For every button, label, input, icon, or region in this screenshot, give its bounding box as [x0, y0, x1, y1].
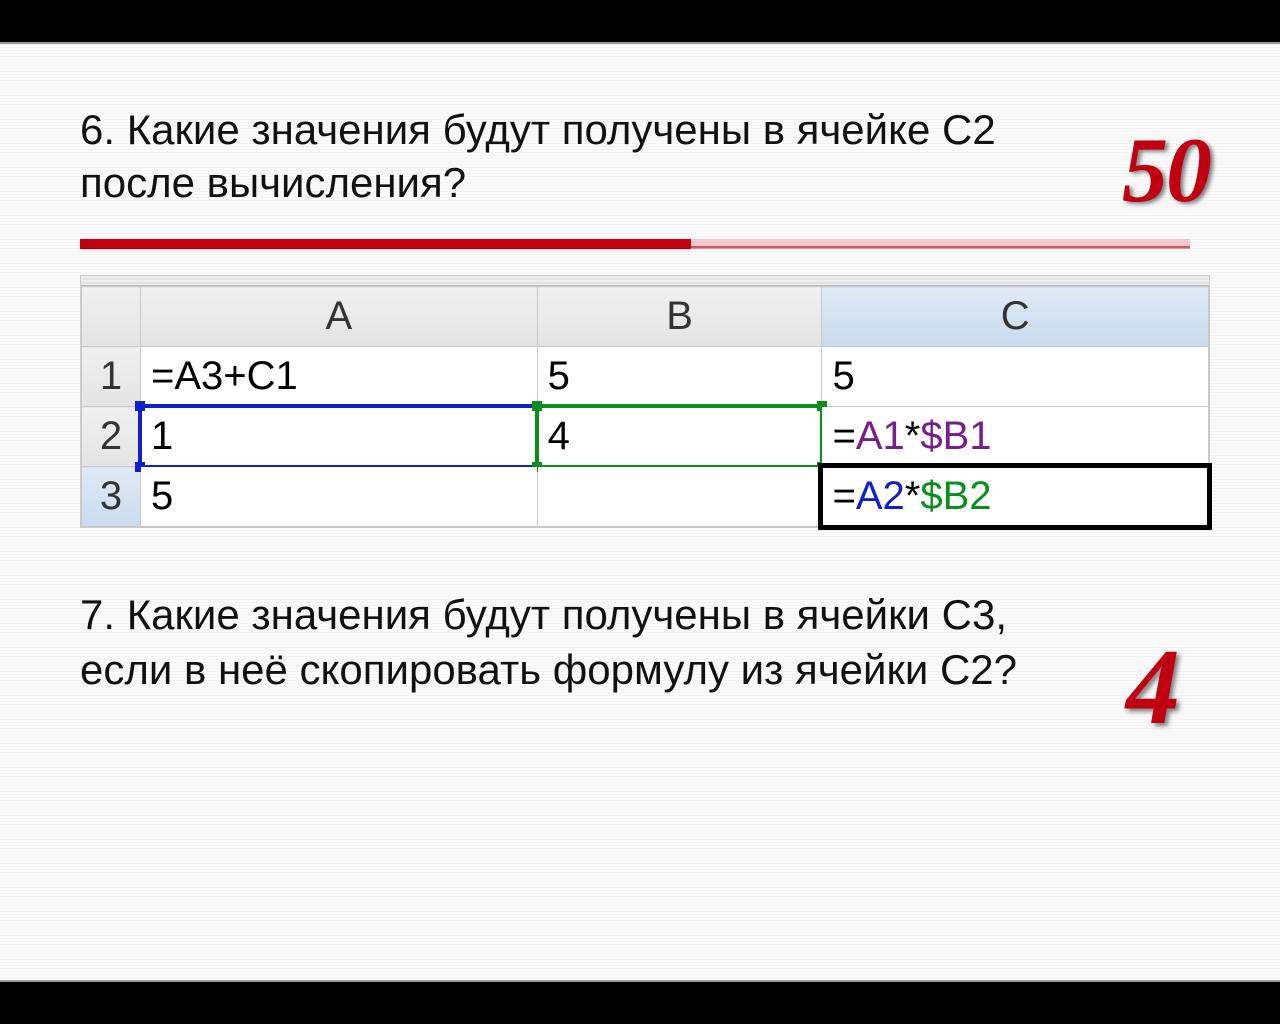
cell-A2[interactable]: 1 [140, 407, 537, 467]
selection-A2 [138, 404, 540, 469]
cell-C2-op: * [905, 414, 921, 458]
handle-B2-tl[interactable] [532, 401, 542, 411]
row-1: 1 =A3+C1 5 5 [82, 347, 1209, 407]
row-3: 3 5 =A2*$B2 [82, 467, 1209, 527]
cell-B2[interactable]: 4 [537, 407, 822, 467]
cell-C3-eq: = [832, 474, 855, 518]
column-header-row: A B C [82, 287, 1209, 347]
cell-C3[interactable]: =A2*$B2 [822, 467, 1209, 527]
cell-C3-ref2: $B2 [920, 474, 991, 518]
cell-A2-value: 1 [151, 414, 173, 458]
question-7: 7. Какие значения будут получены в ячейк… [80, 588, 1220, 697]
cell-A1[interactable]: =A3+C1 [140, 347, 537, 407]
cell-C3-op: * [905, 474, 921, 518]
question-6: 6. Какие значения будут получены в ячейк… [80, 104, 1220, 209]
cell-B1[interactable]: 5 [537, 347, 822, 407]
spreadsheet: A B C 1 =A3+C1 5 5 2 1 4 [80, 275, 1210, 528]
slide: 6. Какие значения будут получены в ячейк… [0, 42, 1280, 982]
handle-A2-tl[interactable] [135, 401, 145, 411]
col-header-C[interactable]: C [822, 287, 1209, 347]
col-header-B[interactable]: B [537, 287, 822, 347]
row-header-2[interactable]: 2 [82, 407, 141, 467]
col-header-A[interactable]: A [140, 287, 537, 347]
cell-C2-eq: = [832, 414, 855, 458]
row-header-1[interactable]: 1 [82, 347, 141, 407]
question-7-text: 7. Какие значения будут получены в ячейк… [80, 588, 1100, 697]
question-6-answer: 50 [1122, 117, 1210, 223]
cell-B2-value: 4 [548, 414, 570, 458]
cell-C2-ref2: $B1 [920, 414, 991, 458]
cell-A3[interactable]: 5 [140, 467, 537, 527]
spreadsheet-grid: A B C 1 =A3+C1 5 5 2 1 4 [81, 286, 1209, 527]
cell-C2[interactable]: =A1*$B1 [822, 407, 1209, 467]
cell-C1[interactable]: 5 [822, 347, 1209, 407]
cell-C3-ref1: A2 [856, 474, 905, 518]
sheet-toolbar-strip [81, 276, 1209, 286]
corner-cell[interactable] [82, 287, 141, 347]
row-2: 2 1 4 =A1*$B1 [82, 407, 1209, 467]
selection-B2 [535, 404, 825, 469]
question-7-answer: 4 [1126, 626, 1180, 750]
cell-C2-ref1: A1 [856, 414, 905, 458]
row-header-3[interactable]: 3 [82, 467, 141, 527]
question-6-text: 6. Какие значения будут получены в ячейк… [80, 104, 1110, 209]
cell-B3[interactable] [537, 467, 822, 527]
divider [80, 239, 1190, 249]
